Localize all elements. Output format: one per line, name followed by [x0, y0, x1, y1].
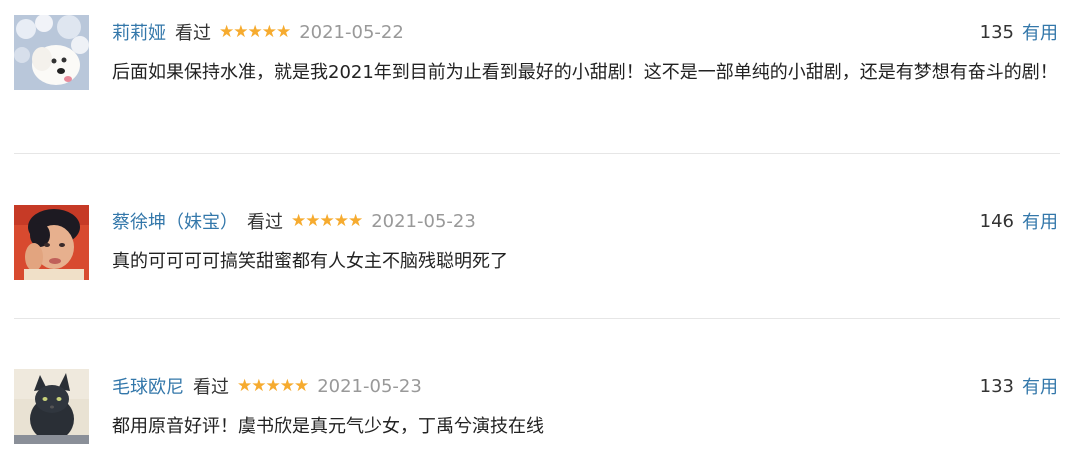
review-date: 2021-05-23 — [317, 375, 422, 397]
username-link[interactable]: 毛球欧尼 — [112, 373, 184, 399]
avatar-person-image — [14, 205, 89, 280]
review-date: 2021-05-23 — [371, 210, 476, 232]
watch-status: 看过 — [247, 212, 283, 233]
review-comment: 真的可可可可搞笑甜蜜都有人女主不脑残聪明死了 — [112, 251, 508, 272]
watch-status: 看过 — [175, 23, 211, 44]
review-comment: 后面如果保持水准，就是我2021年到目前为止看到最好的小甜剧！这不是一部单纯的小… — [112, 62, 1058, 83]
review-meta: 毛球欧尼 看过 ★★★★★ 2021-05-23 — [112, 372, 422, 400]
rating-stars: ★★★★★ — [219, 22, 291, 42]
avatar-dog-image — [14, 15, 89, 90]
review-date: 2021-05-22 — [299, 21, 404, 43]
avatar-cat-image — [14, 369, 89, 444]
username-link[interactable]: 莉莉娅 — [112, 19, 166, 45]
useful-button[interactable]: 有用 — [1022, 373, 1058, 399]
watch-status: 看过 — [193, 377, 229, 398]
useful-button[interactable]: 有用 — [1022, 208, 1058, 234]
vote-count: 146 — [979, 210, 1014, 232]
avatar[interactable] — [14, 205, 89, 280]
rating-stars: ★★★★★ — [291, 211, 363, 231]
vote-area: 146 有用 — [980, 207, 1058, 235]
vote-area: 135 有用 — [980, 18, 1058, 46]
vote-area: 133 有用 — [980, 372, 1058, 400]
review-comment: 都用原音好评！虞书欣是真元气少女，丁禹兮演技在线 — [112, 416, 544, 437]
vote-count: 135 — [979, 21, 1014, 43]
useful-button[interactable]: 有用 — [1022, 19, 1058, 45]
divider — [14, 153, 1060, 154]
vote-count: 133 — [979, 375, 1014, 397]
divider — [14, 318, 1060, 319]
username-link[interactable]: 蔡徐坤（妹宝） — [112, 208, 238, 234]
review-meta: 莉莉娅 看过 ★★★★★ 2021-05-22 — [112, 18, 404, 46]
review-meta: 蔡徐坤（妹宝） 看过 ★★★★★ 2021-05-23 — [112, 207, 476, 235]
avatar[interactable] — [14, 15, 89, 90]
rating-stars: ★★★★★ — [237, 376, 309, 396]
avatar[interactable] — [14, 369, 89, 444]
